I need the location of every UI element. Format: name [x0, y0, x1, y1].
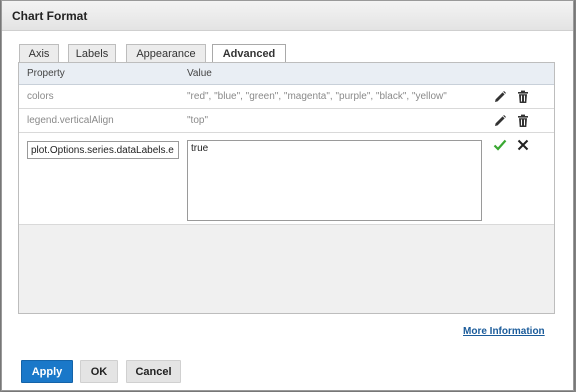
pencil-icon[interactable]	[493, 114, 507, 128]
column-header-value: Value	[187, 68, 212, 79]
checkmark-icon[interactable]	[493, 138, 507, 152]
tab-labels[interactable]: Labels	[68, 44, 116, 63]
trash-icon[interactable]	[516, 114, 530, 128]
tab-axis[interactable]: Axis	[19, 44, 59, 63]
apply-button[interactable]: Apply	[21, 360, 73, 383]
tab-advanced[interactable]: Advanced	[212, 44, 286, 64]
property-value-textarea[interactable]: true	[187, 140, 482, 221]
column-header-property: Property	[27, 68, 65, 79]
grid-header: Property Value	[19, 63, 554, 85]
chart-format-dialog: Chart Format Axis Labels Appearance Adva…	[1, 0, 574, 391]
property-cell: legend.verticalAlign	[27, 115, 114, 126]
dialog-titlebar: Chart Format	[2, 1, 573, 31]
tab-appearance[interactable]: Appearance	[126, 44, 206, 63]
table-row: colors "red", "blue", "green", "magenta"…	[19, 85, 554, 109]
property-name-input[interactable]	[27, 141, 179, 159]
value-cell: "red", "blue", "green", "magenta", "purp…	[187, 91, 447, 102]
more-information-link[interactable]: More Information	[463, 326, 545, 337]
table-row: legend.verticalAlign "top"	[19, 109, 554, 133]
ok-button[interactable]: OK	[80, 360, 118, 383]
value-cell: "top"	[187, 115, 209, 126]
property-cell: colors	[27, 91, 54, 102]
trash-icon[interactable]	[516, 90, 530, 104]
dialog-title: Chart Format	[12, 9, 88, 23]
edit-row: true	[19, 133, 554, 225]
close-icon[interactable]	[516, 138, 530, 152]
advanced-properties-grid: Property Value colors "red", "blue", "gr…	[18, 62, 555, 314]
pencil-icon[interactable]	[493, 90, 507, 104]
cancel-button[interactable]: Cancel	[126, 360, 181, 383]
